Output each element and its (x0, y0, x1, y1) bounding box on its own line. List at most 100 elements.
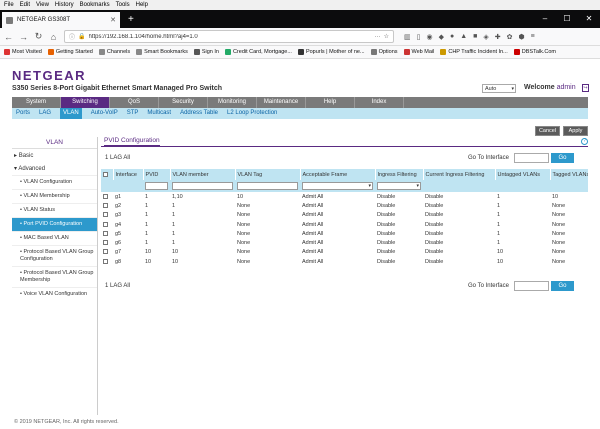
bookmark-item[interactable]: Sign In (193, 49, 219, 55)
menu-tools[interactable]: Tools (116, 0, 130, 10)
subnav-address-table[interactable]: Address Table (180, 108, 218, 119)
bookmark-item[interactable]: Credit Card, Mortgage... (224, 49, 292, 55)
extension-icon[interactable]: ■ (473, 33, 477, 41)
column-filter-select[interactable]: ▾ (302, 182, 373, 190)
table-row[interactable]: g3 1 1 None Admit All Disable Disable 1 None (101, 211, 588, 220)
subnav-auto-voip[interactable]: Auto-VoIP (91, 108, 118, 119)
bookmark-star-icon[interactable]: ☆ (384, 33, 389, 40)
nav-maintenance[interactable]: Maintenance (257, 97, 306, 108)
bookmark-item[interactable]: Most Visited (4, 49, 42, 55)
subnav-ports[interactable]: Ports (16, 108, 30, 119)
go-button[interactable]: Go (551, 153, 574, 163)
select-all-checkbox[interactable] (103, 171, 108, 177)
sidebar-item[interactable]: • Protocol Based VLAN Group Membership (12, 266, 97, 287)
row-checkbox[interactable] (103, 202, 108, 208)
subnav-stp[interactable]: STP (127, 108, 139, 119)
apply-button[interactable]: Apply (563, 126, 588, 136)
forward-icon[interactable]: → (19, 32, 28, 42)
logout-icon[interactable]: ↪ (582, 84, 589, 92)
extension-icon[interactable]: ✿ (507, 33, 513, 41)
bookmark-item[interactable]: CHP Traffic Incident In... (440, 49, 508, 55)
url-bar[interactable]: ⓘ 🔒 https://192.168.1.104/home.html?aj4=… (64, 30, 394, 43)
subnav-multicast[interactable]: Multicast (147, 108, 171, 119)
row-checkbox[interactable] (103, 230, 108, 236)
browser-tab[interactable]: NETGEAR GS308T ✕ (2, 12, 120, 28)
minimize-icon[interactable]: – (534, 10, 556, 28)
menu-icon[interactable]: ≡ (531, 33, 535, 41)
nav-security[interactable]: Security (159, 97, 208, 108)
cancel-button[interactable]: Cancel (535, 126, 560, 136)
reload-icon[interactable]: ↻ (34, 31, 43, 42)
sidebar-item[interactable]: • Port PVID Configuration (12, 217, 97, 231)
subnav-l2-loop-protection[interactable]: L2 Loop Protection (227, 108, 277, 119)
sidebar-item[interactable]: • Protocol Based VLAN Group Configuratio… (12, 245, 97, 266)
lag-all-toggle[interactable]: 1 LAG All (105, 283, 130, 289)
nav-monitoring[interactable]: Monitoring (208, 97, 257, 108)
table-row[interactable]: g5 1 1 None Admit All Disable Disable 1 None (101, 229, 588, 238)
extension-icon[interactable]: ⬢ (519, 33, 525, 41)
table-row[interactable]: g1 1 1,10 10 Admit All Disable Disable 1 10 (101, 192, 588, 201)
bookmark-item[interactable]: Channels (98, 49, 130, 55)
nav-qos[interactable]: QoS (110, 97, 159, 108)
subnav-lag[interactable]: LAG (39, 108, 51, 119)
home-icon[interactable]: ⌂ (49, 32, 58, 42)
sidebar-item[interactable]: • VLAN Membership (12, 189, 97, 203)
bookmark-item[interactable]: Web Mail (403, 49, 434, 55)
lag-all-toggle[interactable]: 1 LAG All (105, 155, 130, 161)
menu-file[interactable]: File (4, 0, 14, 10)
sidebar-item[interactable]: • Voice VLAN Configuration (12, 287, 97, 301)
nav-system[interactable]: System (12, 97, 61, 108)
column-filter-input[interactable] (172, 182, 233, 190)
extension-icon[interactable]: ◈ (483, 33, 488, 41)
bookmark-item[interactable]: Getting Started (47, 49, 93, 55)
nav-help[interactable]: Help (306, 97, 355, 108)
sidebar-category-advanced[interactable]: ▾ Advanced (12, 162, 97, 175)
bookmark-item[interactable]: Smart Bookmarks (136, 49, 188, 55)
row-checkbox[interactable] (103, 249, 108, 255)
goto-interface-input[interactable] (514, 153, 549, 163)
menu-edit[interactable]: Edit (20, 0, 30, 10)
sidebar-item[interactable]: • VLAN Configuration (12, 175, 97, 189)
back-icon[interactable]: ← (4, 32, 13, 42)
row-checkbox[interactable] (103, 212, 108, 218)
refresh-mode-select[interactable]: Auto ▾ (482, 84, 516, 93)
nav-index[interactable]: Index (355, 97, 404, 108)
tab-pvid-configuration[interactable]: PVID Configuration (101, 137, 588, 147)
bookmark-item[interactable]: Options (370, 49, 398, 55)
new-tab-icon[interactable]: + (128, 12, 134, 28)
table-row[interactable]: g6 1 1 None Admit All Disable Disable 1 None (101, 238, 588, 247)
close-tab-icon[interactable]: ✕ (110, 16, 116, 24)
menu-help[interactable]: Help (136, 0, 148, 10)
column-filter-input[interactable] (237, 182, 298, 190)
extension-icon[interactable]: ◉ (426, 33, 432, 41)
menu-history[interactable]: History (55, 0, 74, 10)
column-filter-select[interactable]: ▾ (377, 182, 421, 190)
maximize-icon[interactable]: ☐ (556, 10, 578, 28)
menu-view[interactable]: View (36, 0, 49, 10)
nav-switching[interactable]: Switching (61, 97, 110, 108)
go-button[interactable]: Go (551, 281, 574, 292)
sidebar-item[interactable]: • VLAN Status (12, 203, 97, 217)
row-checkbox[interactable] (103, 193, 108, 199)
column-filter-input[interactable] (145, 182, 168, 190)
page-actions-icon[interactable]: ··· (375, 34, 381, 40)
bookmark-item[interactable]: DBSTalk.Com (513, 49, 556, 55)
info-icon[interactable]: ⓘ (69, 32, 75, 41)
extension-icon[interactable]: ● (450, 33, 454, 41)
goto-interface-input[interactable] (514, 281, 549, 292)
sidebar-icon[interactable]: ▯ (417, 33, 421, 41)
row-checkbox[interactable] (103, 221, 108, 227)
menu-bookmarks[interactable]: Bookmarks (80, 0, 110, 10)
table-row[interactable]: g4 1 1 None Admit All Disable Disable 1 None (101, 220, 588, 229)
extension-icon[interactable]: ✚ (495, 33, 501, 41)
table-row[interactable]: g8 10 10 None Admit All Disable Disable 10 None (101, 257, 588, 266)
close-window-icon[interactable]: ✕ (578, 10, 600, 28)
library-icon[interactable]: ▥ (404, 33, 411, 41)
row-checkbox[interactable] (103, 240, 108, 246)
extension-icon[interactable]: ◆ (439, 33, 444, 41)
help-icon[interactable]: ? (581, 138, 588, 145)
subnav-vlan[interactable]: VLAN (60, 108, 82, 119)
row-checkbox[interactable] (103, 258, 108, 264)
sidebar-category-basic[interactable]: ▸ Basic (12, 149, 97, 162)
extension-icon[interactable]: ▲ (460, 33, 467, 41)
